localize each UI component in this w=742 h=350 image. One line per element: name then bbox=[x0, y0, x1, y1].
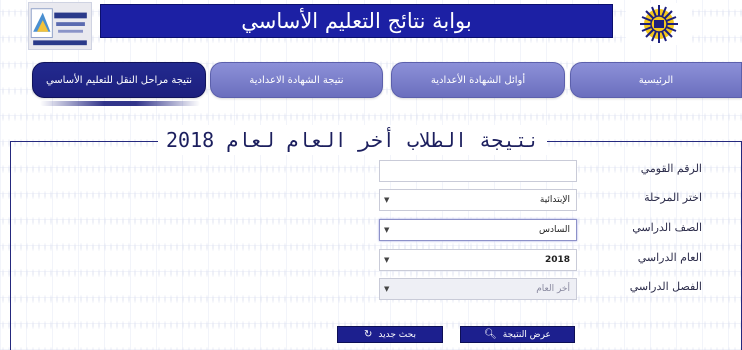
stage-label: اختر المرحلة bbox=[644, 191, 702, 204]
stage-value: الإبتدائية bbox=[539, 195, 570, 205]
national-id-input[interactable] bbox=[379, 160, 577, 182]
term-select[interactable]: ▼ أخر العام bbox=[379, 278, 577, 300]
new-search-button[interactable]: ↻ بحث جديد bbox=[337, 326, 443, 343]
term-value: أخر العام bbox=[536, 284, 570, 294]
chevron-down-icon: ▼ bbox=[384, 285, 390, 293]
refresh-icon: ↻ bbox=[364, 329, 373, 340]
year-select[interactable]: ▼ 2018 bbox=[379, 249, 577, 271]
year-label: العام الدراسي bbox=[637, 251, 702, 264]
tab-basic-transfer-result[interactable]: نتيجة مراحل النقل للتعليم الأساسي bbox=[32, 62, 206, 98]
grade-value: السادس bbox=[538, 225, 570, 235]
tab-home[interactable]: الرئيسية bbox=[570, 62, 742, 98]
grade-select[interactable]: ▼ السادس bbox=[379, 219, 577, 241]
term-label: الفصل الدراسي bbox=[629, 280, 702, 293]
chevron-down-icon: ▼ bbox=[384, 226, 390, 234]
grade-label: الصف الدراسي bbox=[632, 221, 702, 234]
show-result-label: عرض النتيجة bbox=[502, 329, 551, 340]
chevron-down-icon: ▼ bbox=[384, 196, 390, 204]
year-value: 2018 bbox=[544, 255, 570, 265]
panel-title: نتيجة الطلاب أخر العام لعام 2018 bbox=[158, 125, 548, 155]
new-search-label: بحث جديد bbox=[378, 329, 416, 340]
page-title: بوابة نتائج التعليم الأساسي bbox=[241, 9, 472, 33]
national-id-label: الرقم القومي bbox=[640, 162, 702, 175]
ministry-logo bbox=[626, 3, 692, 45]
active-tab-indicator bbox=[40, 101, 200, 106]
show-result-button[interactable]: 🔍︎ عرض النتيجة bbox=[460, 326, 575, 343]
tab-prep-certificate-result[interactable]: نتيجة الشهادة الاعدادية bbox=[210, 62, 383, 98]
directorate-logo bbox=[28, 2, 92, 50]
tab-prep-top-students[interactable]: أوائل الشهادة الأعدادية bbox=[391, 62, 565, 98]
chevron-down-icon: ▼ bbox=[384, 256, 390, 264]
stage-select[interactable]: ▼ الإبتدائية bbox=[379, 189, 577, 211]
search-icon: 🔍︎ bbox=[484, 329, 497, 340]
